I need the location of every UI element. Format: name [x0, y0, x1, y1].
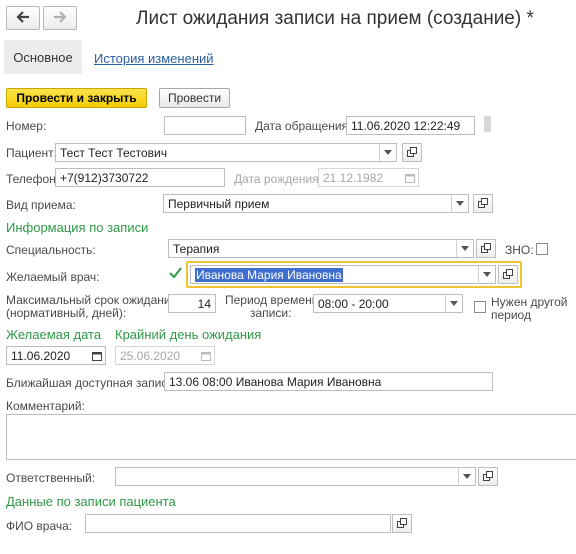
patient-field[interactable]: Тест Тест Тестович: [55, 143, 397, 162]
appeal-date-field[interactable]: 11.06.2020 12:22:49: [346, 116, 475, 135]
open-form-icon: [480, 242, 492, 256]
desired-doctor-value: Иванова Мария Ивановна: [195, 268, 343, 282]
deadline-heading: Крайний день ожидания: [115, 327, 262, 342]
responsible-field[interactable]: [115, 467, 476, 486]
open-doctor-name-button[interactable]: [392, 514, 412, 533]
arrow-left-icon: [16, 10, 30, 26]
zno-label: ЗНО:: [505, 243, 534, 257]
open-form-icon: [477, 197, 489, 211]
visit-type-field[interactable]: Первичный прием: [163, 194, 469, 213]
comment-textarea[interactable]: [6, 414, 576, 460]
appeal-date-label: Дата обращения:: [255, 119, 352, 133]
desired-date-field[interactable]: 11.06.2020: [6, 346, 106, 365]
specialty-value: Терапия: [173, 242, 220, 256]
period-field[interactable]: 08:00 - 20:00: [313, 294, 463, 313]
phone-field[interactable]: +7(912)3730722: [55, 168, 225, 187]
doctor-name-field[interactable]: [85, 514, 391, 533]
chevron-down-icon[interactable]: [478, 266, 495, 283]
arrow-right-icon: [53, 10, 67, 26]
patient-label: Пациент:: [6, 146, 58, 160]
doctor-name-label: ФИО врача:: [6, 519, 73, 533]
open-patient-button[interactable]: [402, 143, 422, 162]
open-form-icon: [482, 470, 494, 484]
chevron-down-icon[interactable]: [379, 144, 396, 161]
deadline-value: 25.06.2020: [120, 349, 181, 363]
nearest-slot-label: Ближайшая доступная запись:: [6, 376, 177, 390]
zno-checkbox[interactable]: [536, 243, 548, 255]
calendar-icon: [198, 347, 214, 364]
number-label: Номер:: [6, 119, 47, 133]
chevron-down-icon[interactable]: [458, 468, 475, 485]
max-wait-field[interactable]: 14: [168, 294, 216, 313]
page-title: Лист ожидания записи на прием (создание)…: [136, 8, 534, 29]
patient-value: Тест Тест Тестович: [60, 146, 168, 160]
phone-label: Телефон:: [6, 172, 60, 186]
comment-label: Комментарий:: [6, 399, 85, 413]
desired-date-heading: Желаемая дата: [6, 327, 102, 342]
number-field[interactable]: [164, 116, 246, 135]
open-responsible-button[interactable]: [478, 467, 498, 486]
calendar-icon[interactable]: [89, 347, 105, 364]
checkmark-icon: [169, 267, 182, 282]
birth-date-value: 21.12.1982: [323, 171, 384, 185]
period-label-line1: Период времени: [225, 293, 319, 307]
open-specialty-button[interactable]: [476, 239, 496, 258]
scrollbar-thumb[interactable]: [484, 116, 491, 132]
visit-type-label: Вид приема:: [6, 198, 76, 212]
other-period-checkbox[interactable]: [474, 301, 486, 313]
chevron-down-icon[interactable]: [456, 240, 473, 257]
desired-doctor-field[interactable]: Иванова Мария Ивановна: [190, 265, 496, 284]
birth-date-field: 21.12.1982: [318, 168, 419, 187]
desired-doctor-label: Желаемый врач:: [6, 270, 100, 284]
specialty-label: Специальность:: [6, 243, 96, 257]
tab-main[interactable]: Основное: [4, 40, 82, 74]
desired-date-value: 11.06.2020: [11, 349, 71, 363]
tab-history[interactable]: История изменений: [94, 51, 214, 66]
forward-button[interactable]: [43, 6, 77, 30]
max-wait-label-line1: Максимальный срок ожидания: [6, 293, 178, 307]
calendar-icon: [402, 169, 418, 186]
chevron-down-icon[interactable]: [451, 195, 468, 212]
period-value: 08:00 - 20:00: [318, 297, 389, 311]
birth-date-label: Дата рождения:: [234, 172, 322, 186]
period-label-line2: записи:: [250, 306, 292, 320]
back-button[interactable]: [6, 6, 40, 30]
max-wait-label-line2: (нормативный, дней):: [6, 306, 127, 320]
booking-info-heading: Информация по записи: [6, 220, 149, 235]
desired-doctor-checkbox[interactable]: [169, 267, 182, 282]
deadline-field: 25.06.2020: [115, 346, 215, 365]
patient-data-heading: Данные по записи пациента: [6, 494, 176, 509]
chevron-down-icon[interactable]: [445, 295, 462, 312]
open-form-icon: [502, 268, 514, 282]
open-visit-type-button[interactable]: [473, 194, 493, 213]
open-form-icon: [396, 517, 408, 531]
open-form-icon: [406, 146, 418, 160]
responsible-label: Ответственный:: [6, 471, 96, 485]
other-period-label-line2: период: [491, 308, 531, 322]
nearest-slot-field: 13.06 08:00 Иванова Мария Ивановна: [164, 372, 493, 391]
open-doctor-button[interactable]: [498, 265, 518, 284]
other-period-label-line1: Нужен другой: [491, 295, 568, 309]
specialty-field[interactable]: Терапия: [168, 239, 474, 258]
visit-type-value: Первичный прием: [168, 197, 270, 211]
post-button[interactable]: Провести: [159, 88, 230, 108]
post-and-close-button[interactable]: Провести и закрыть: [6, 88, 147, 108]
